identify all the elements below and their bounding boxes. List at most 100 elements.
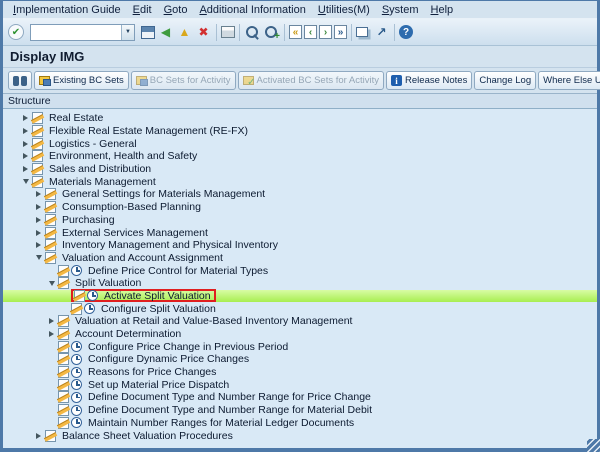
tree-row[interactable]: Activate Split Valuation	[3, 289, 597, 303]
tree-row-label[interactable]: Define Document Type and Number Range fo…	[88, 404, 372, 416]
bc-sets-for-activity-button[interactable]: BC Sets for Activity	[130, 71, 236, 90]
tree-row[interactable]: Split Valuation	[3, 277, 597, 290]
tree-row[interactable]: Configure Split Valuation	[3, 302, 597, 315]
img-doc-icon[interactable]	[32, 125, 43, 138]
tree-row[interactable]: Set up Material Price Dispatch	[3, 378, 597, 391]
tree-row-label[interactable]: Activate Split Valuation	[104, 290, 211, 302]
img-doc-icon[interactable]	[58, 315, 69, 328]
tree-row[interactable]: Logistics - General	[3, 137, 597, 150]
img-activity-icon[interactable]	[71, 417, 82, 429]
menu-item-additional-information[interactable]: Additional Information	[193, 3, 311, 17]
img-activity-icon[interactable]	[71, 366, 82, 378]
img-doc-icon[interactable]	[58, 277, 69, 290]
img-doc-icon[interactable]	[58, 340, 69, 353]
tree-row[interactable]: Consumption-Based Planning	[3, 201, 597, 214]
prev-page-icon[interactable]	[304, 25, 317, 39]
tree-row[interactable]: General Settings for Materials Managemen…	[3, 188, 597, 201]
expand-arrow-icon[interactable]	[32, 191, 45, 198]
find-button[interactable]	[8, 71, 32, 90]
img-doc-icon[interactable]	[32, 112, 43, 125]
tree-row-label[interactable]: Valuation at Retail and Value-Based Inve…	[75, 315, 352, 327]
tree-row[interactable]: Inventory Management and Physical Invent…	[3, 239, 597, 252]
tree-row[interactable]: Real Estate	[3, 112, 597, 125]
existing-bc-sets-button[interactable]: Existing BC Sets	[34, 71, 129, 90]
tree-row[interactable]: Maintain Number Ranges for Material Ledg…	[3, 416, 597, 430]
new-session-icon[interactable]	[356, 27, 368, 37]
img-doc-icon[interactable]	[58, 391, 69, 404]
img-doc-icon[interactable]	[32, 175, 43, 188]
tree-row[interactable]: Materials Management	[3, 175, 597, 188]
back-icon[interactable]	[157, 24, 174, 41]
img-doc-icon[interactable]	[58, 353, 69, 366]
img-doc-icon[interactable]	[45, 213, 56, 226]
tree-row-label[interactable]: Valuation and Account Assignment	[62, 252, 223, 264]
img-doc-icon[interactable]	[45, 429, 56, 442]
tree-row-label[interactable]: Inventory Management and Physical Invent…	[62, 239, 278, 251]
menu-item-edit[interactable]: Edit	[127, 3, 158, 17]
tree-row[interactable]: Configure Dynamic Price Changes	[3, 353, 597, 366]
print-icon[interactable]	[221, 26, 235, 38]
save-icon[interactable]	[141, 25, 155, 39]
menu-item-system[interactable]: System	[376, 3, 425, 17]
menu-item-utilities-m[interactable]: Utilities(M)	[312, 3, 376, 17]
img-doc-icon[interactable]	[58, 378, 69, 391]
img-doc-icon[interactable]	[45, 226, 56, 239]
find-icon[interactable]	[244, 24, 261, 41]
tree-row-label[interactable]: Balance Sheet Valuation Procedures	[62, 430, 233, 442]
img-activity-icon[interactable]	[71, 341, 82, 353]
img-doc-icon[interactable]	[32, 150, 43, 163]
menu-item-goto[interactable]: Goto	[158, 3, 194, 17]
tree-row[interactable]: Define Document Type and Number Range fo…	[3, 404, 597, 417]
tree-row[interactable]: Balance Sheet Valuation Procedures	[3, 429, 597, 442]
change-log-button[interactable]: Change Log	[474, 71, 537, 90]
tree-row-label[interactable]: Purchasing	[62, 214, 115, 226]
img-activity-icon[interactable]	[71, 391, 82, 403]
enter-icon[interactable]	[8, 24, 24, 40]
img-doc-icon[interactable]	[71, 302, 82, 315]
tree-row-label[interactable]: Consumption-Based Planning	[62, 201, 201, 213]
tree-row[interactable]: Define Document Type and Number Range fo…	[3, 391, 597, 404]
tree-row-label[interactable]: General Settings for Materials Managemen…	[62, 188, 265, 200]
command-field[interactable]	[31, 24, 121, 40]
tree-row[interactable]: Sales and Distribution	[3, 163, 597, 176]
img-doc-icon[interactable]	[45, 251, 56, 264]
where-else-used-button[interactable]: Where Else Used	[538, 71, 600, 90]
tree-row-label[interactable]: Configure Dynamic Price Changes	[88, 353, 249, 365]
tree-row[interactable]: Valuation and Account Assignment	[3, 251, 597, 265]
img-activity-icon[interactable]	[87, 290, 98, 302]
tree-row-label[interactable]: Sales and Distribution	[49, 163, 151, 175]
img-doc-icon[interactable]	[45, 188, 56, 201]
tree-row-label[interactable]: Materials Management	[49, 176, 156, 188]
next-page-icon[interactable]	[319, 25, 332, 39]
tree-row[interactable]: Reasons for Price Changes	[3, 366, 597, 379]
shortcut-icon[interactable]	[373, 24, 390, 41]
tree-row[interactable]: External Services Management	[3, 226, 597, 239]
menu-item-implementation-guide[interactable]: Implementation Guide	[7, 3, 127, 17]
img-activity-icon[interactable]	[71, 353, 82, 365]
first-page-icon[interactable]	[289, 25, 302, 39]
img-doc-icon[interactable]	[58, 404, 69, 417]
expand-arrow-icon[interactable]	[19, 153, 32, 160]
last-page-icon[interactable]	[334, 25, 347, 39]
img-doc-icon[interactable]	[58, 366, 69, 379]
tree-row[interactable]: Define Price Control for Material Types	[3, 264, 597, 277]
command-field-dropdown-icon[interactable]	[121, 24, 134, 40]
tree-row[interactable]: Configure Price Change in Previous Perio…	[3, 340, 597, 353]
activated-bc-sets-for-activity-button[interactable]: Activated BC Sets for Activity	[237, 71, 385, 90]
tree-row-label[interactable]: Split Valuation	[75, 277, 141, 289]
tree-row-label[interactable]: Define Document Type and Number Range fo…	[88, 391, 371, 403]
tree-row-label[interactable]: Account Determination	[75, 328, 181, 340]
tree-row-label[interactable]: Environment, Health and Safety	[49, 150, 197, 162]
tree-row-label[interactable]: Real Estate	[49, 112, 103, 124]
tree-row-label[interactable]: Set up Material Price Dispatch	[88, 379, 229, 391]
tree-row-label[interactable]: External Services Management	[62, 227, 208, 239]
tree-row-label[interactable]: Logistics - General	[49, 138, 137, 150]
img-activity-icon[interactable]	[71, 404, 82, 416]
img-doc-icon[interactable]	[32, 163, 43, 176]
menu-item-help[interactable]: Help	[425, 3, 460, 17]
exit-icon[interactable]	[176, 24, 193, 41]
tree-row[interactable]: Purchasing	[3, 213, 597, 227]
help-icon[interactable]	[399, 25, 413, 39]
img-activity-icon[interactable]	[71, 265, 82, 277]
tree-row[interactable]: Environment, Health and Safety	[3, 150, 597, 163]
